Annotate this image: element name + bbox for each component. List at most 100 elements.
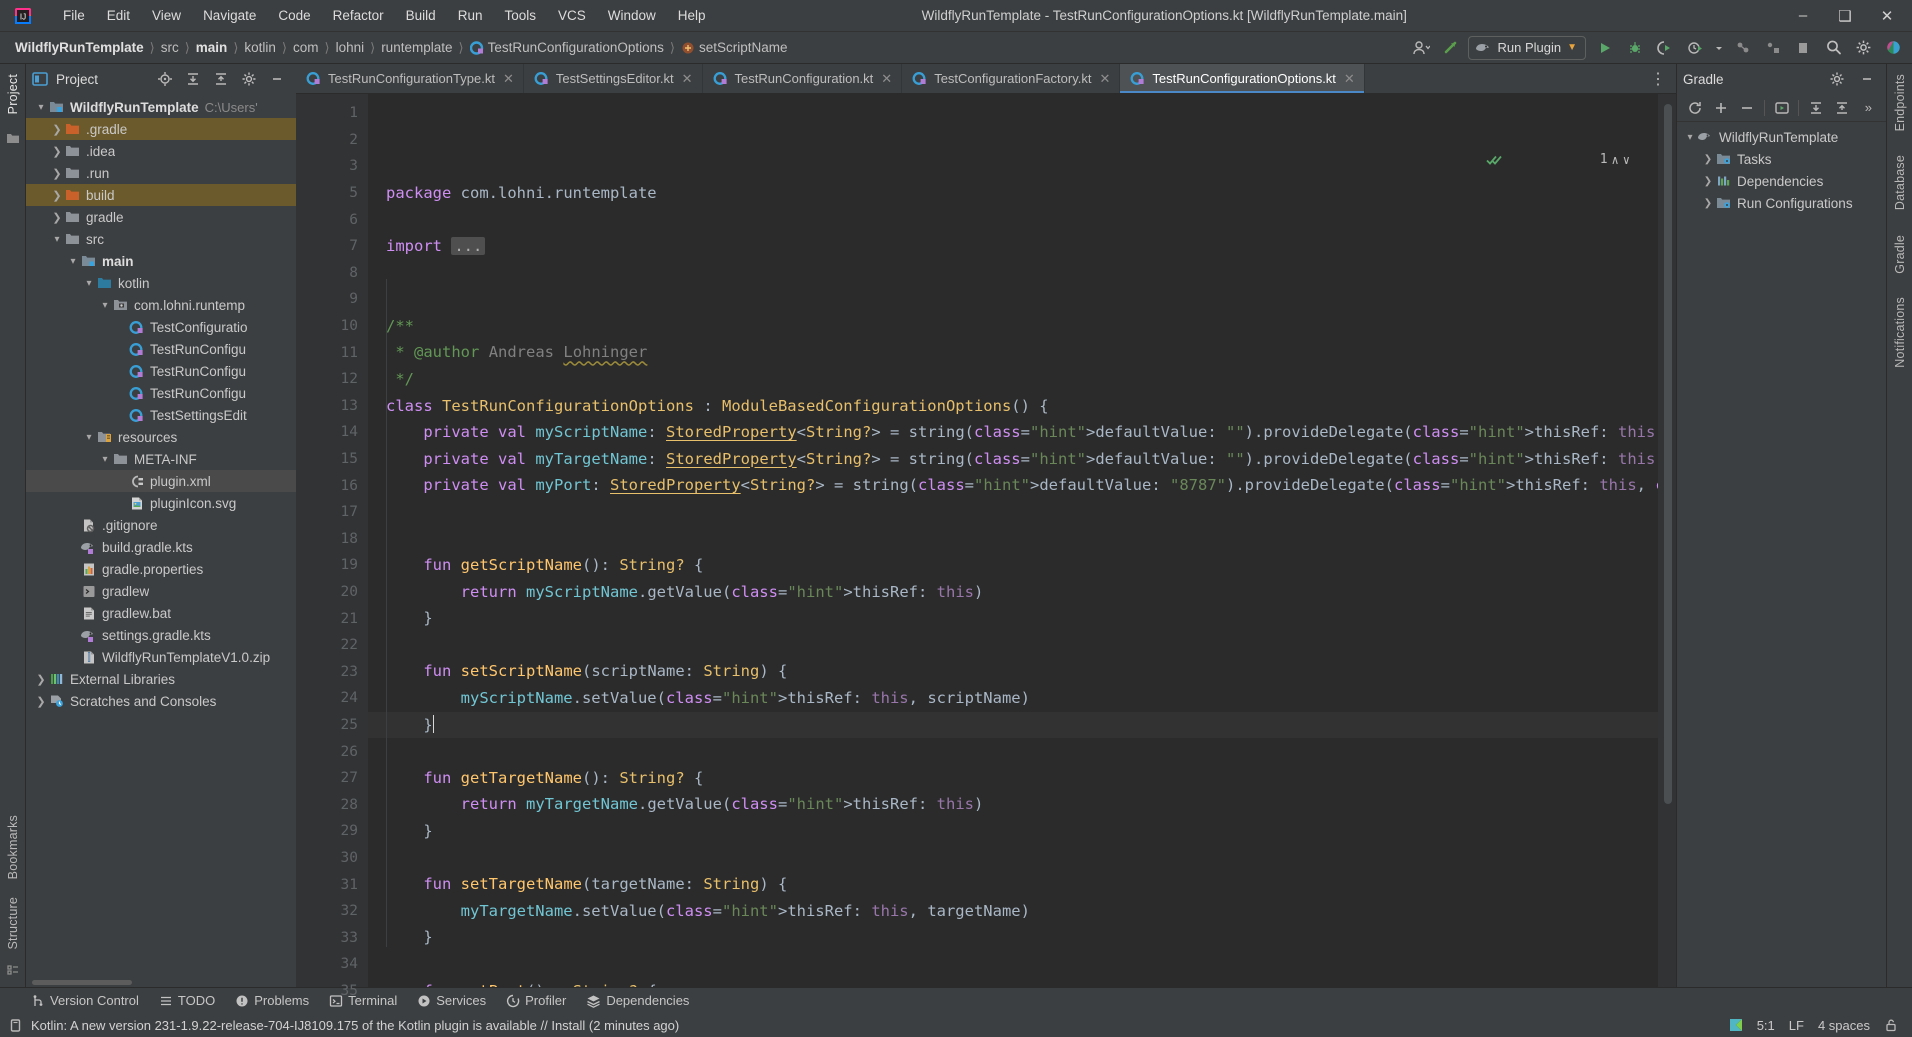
menu-tools[interactable]: Tools <box>493 4 547 27</box>
code-line[interactable]: } <box>368 605 1658 632</box>
chevron-right-icon[interactable]: ❯ <box>50 188 64 202</box>
line-number[interactable]: 6 <box>296 206 368 233</box>
project-tree-item[interactable]: gradlew <box>26 580 296 602</box>
code-line[interactable] <box>368 738 1658 765</box>
build-icon[interactable] <box>1730 35 1756 61</box>
chevron-right-icon[interactable]: ❯ <box>1701 152 1715 166</box>
settings-icon[interactable] <box>1850 35 1876 61</box>
code-line[interactable] <box>368 206 1658 233</box>
line-number[interactable]: 5 <box>296 180 368 207</box>
status-message[interactable]: Kotlin: A new version 231-1.9.22-release… <box>31 1018 679 1033</box>
editor-tab[interactable]: TestRunConfiguration.kt ✕ <box>703 64 903 93</box>
project-tree-item[interactable]: ❯ External Libraries <box>26 668 296 690</box>
project-tree-item[interactable]: gradle.properties <box>26 558 296 580</box>
gear-icon[interactable] <box>1824 66 1850 92</box>
inspection-next-button[interactable]: ∨ <box>1623 147 1630 174</box>
project-tree-item[interactable]: build.gradle.kts <box>26 536 296 558</box>
code-line[interactable]: return myScriptName.getValue(class="hint… <box>368 579 1658 606</box>
rail-tab-gradle[interactable]: Gradle <box>1891 231 1909 278</box>
breadcrumb-src[interactable]: src <box>156 38 184 57</box>
project-tree-item[interactable]: ▾ resources <box>26 426 296 448</box>
code-line[interactable]: private val myScriptName: StoredProperty… <box>368 419 1658 446</box>
line-number[interactable]: 33 <box>296 924 368 951</box>
code-line[interactable]: private val myTargetName: StoredProperty… <box>368 446 1658 473</box>
expand-all-icon[interactable] <box>180 66 206 92</box>
collapse-all-icon[interactable] <box>1832 95 1851 121</box>
line-number[interactable]: 29 <box>296 818 368 845</box>
code-line[interactable]: import ... <box>368 233 1658 260</box>
menu-window[interactable]: Window <box>597 4 667 27</box>
project-tree-item[interactable]: ▾ main <box>26 250 296 272</box>
indent-setting[interactable]: 4 spaces <box>1818 1018 1870 1033</box>
code-line[interactable]: fun getPort() : String? { <box>368 978 1658 987</box>
updates-icon[interactable] <box>1438 35 1464 61</box>
line-number[interactable]: 19 <box>296 552 368 579</box>
line-number[interactable]: 3 <box>296 153 368 180</box>
remove-icon[interactable] <box>1738 95 1757 121</box>
breadcrumb-lohni[interactable]: lohni <box>331 38 370 57</box>
line-number[interactable]: 18 <box>296 526 368 553</box>
code-line[interactable]: fun setScriptName(scriptName: String) { <box>368 658 1658 685</box>
project-hscrollbar[interactable] <box>26 977 296 987</box>
debug-icon[interactable] <box>1622 35 1648 61</box>
expand-all-icon[interactable] <box>1806 95 1825 121</box>
minimize-icon[interactable] <box>1854 66 1880 92</box>
menu-file[interactable]: File <box>52 4 96 27</box>
gradle-tree-item[interactable]: ❯ Tasks <box>1677 148 1886 170</box>
editor-tab[interactable]: TestConfigurationFactory.kt ✕ <box>902 64 1121 93</box>
project-tree-item[interactable]: TestRunConfigu <box>26 338 296 360</box>
minimize-button[interactable]: – <box>1782 1 1824 31</box>
stop-icon[interactable] <box>1790 35 1816 61</box>
line-number[interactable]: 27 <box>296 765 368 792</box>
code-line[interactable] <box>368 499 1658 526</box>
code-line[interactable]: * @author Andreas Lohninger <box>368 339 1658 366</box>
editor-gutter[interactable]: 1 2 3 5 6 7 8 9 10 11 12 13 14 15 16 17 18 19 20 21 22 23 24 25… <box>296 94 368 999</box>
project-tree-item[interactable]: TestConfiguratio <box>26 316 296 338</box>
editor-vertical-scrollbar[interactable] <box>1664 104 1672 804</box>
search-icon[interactable] <box>1820 35 1846 61</box>
editor-tab[interactable]: TestRunConfigurationType.kt ✕ <box>296 64 524 93</box>
bottom-tab[interactable]: TODO <box>150 990 224 1011</box>
rail-tab-structure[interactable]: Structure <box>4 893 22 954</box>
chevron-right-icon[interactable]: ❯ <box>1701 196 1715 210</box>
menu-edit[interactable]: Edit <box>96 4 141 27</box>
breadcrumb-method[interactable]: setScriptName <box>676 38 793 57</box>
project-tree-item[interactable]: ▾ com.lohni.runtemp <box>26 294 296 316</box>
chevron-right-icon[interactable]: ❯ <box>50 122 64 136</box>
chevron-down-icon[interactable]: ▾ <box>1683 130 1697 144</box>
close-icon[interactable]: ✕ <box>682 71 693 87</box>
project-tree-item[interactable]: .gitignore <box>26 514 296 536</box>
chevron-down-icon[interactable]: ▾ <box>34 100 48 114</box>
bottom-tab[interactable]: Profiler <box>497 990 575 1011</box>
collapse-all-icon[interactable] <box>208 66 234 92</box>
notification-icon[interactable] <box>8 1018 23 1033</box>
hide-panel-icon[interactable] <box>264 66 290 92</box>
bottom-tab[interactable]: Services <box>408 990 495 1011</box>
line-number[interactable]: 11 <box>296 339 368 366</box>
profile-dropdown-icon[interactable] <box>1712 35 1726 61</box>
project-tree-item[interactable]: plugin.xml <box>26 470 296 492</box>
breadcrumb-com[interactable]: com <box>288 38 324 57</box>
bottom-tab[interactable]: Version Control <box>22 990 148 1011</box>
menu-help[interactable]: Help <box>667 4 717 27</box>
rail-tab-database[interactable]: Database <box>1891 151 1909 214</box>
menu-code[interactable]: Code <box>267 4 321 27</box>
code-line[interactable]: private val myPort: StoredProperty<Strin… <box>368 472 1658 499</box>
chevron-down-icon[interactable]: ▾ <box>82 430 96 444</box>
project-tree-item[interactable]: ▾ WildflyRunTemplate C:\Users' <box>26 96 296 118</box>
breadcrumb-class[interactable]: TestRunConfigurationOptions <box>465 38 669 57</box>
line-number[interactable]: 17 <box>296 499 368 526</box>
line-number[interactable]: 30 <box>296 845 368 872</box>
project-tree-item[interactable]: ❯ .idea <box>26 140 296 162</box>
caret-position[interactable]: 5:1 <box>1757 1018 1775 1033</box>
project-tree-item[interactable]: ❯ build <box>26 184 296 206</box>
project-tree-item[interactable]: TestRunConfigu <box>26 360 296 382</box>
code-line[interactable]: } <box>368 711 1658 739</box>
project-tree-item[interactable]: ▾ META-INF <box>26 448 296 470</box>
editor-tabs-more-button[interactable]: ⋮ <box>1640 64 1676 93</box>
line-number[interactable]: 28 <box>296 791 368 818</box>
line-number[interactable]: 12 <box>296 366 368 393</box>
code-line[interactable]: package com.lohni.runtemplate <box>368 180 1658 207</box>
code-line[interactable]: class TestRunConfigurationOptions : Modu… <box>368 393 1658 420</box>
code-line[interactable] <box>368 286 1658 313</box>
